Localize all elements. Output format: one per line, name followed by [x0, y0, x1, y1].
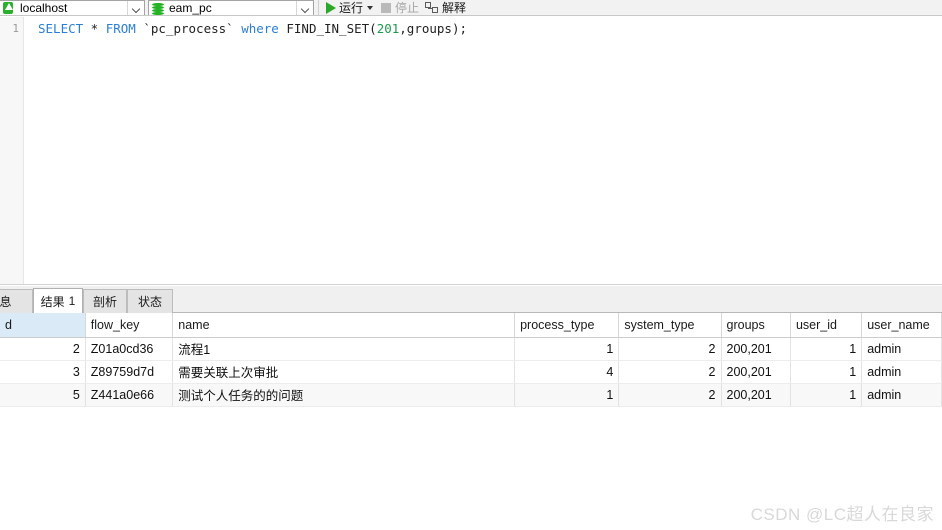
sql-token-number: 201	[376, 21, 400, 36]
result-table: d flow_key name process_type system_type grou…	[0, 313, 942, 407]
sql-editor[interactable]: 1 SELECT * FROM `pc_process` where FIND_…	[0, 17, 942, 285]
navicat-query-window: localhost eam_pc 运行 停止 解释 1 SELECT * FRO…	[0, 0, 942, 530]
column-header-user_id[interactable]: user_id	[790, 313, 863, 338]
column-header-name[interactable]: name	[172, 313, 516, 338]
table-header-row: d flow_key name process_type system_type grou…	[0, 313, 942, 338]
toolbar-divider	[318, 0, 319, 15]
run-button[interactable]: 运行	[323, 0, 378, 15]
tab-profile-label: 剖析	[92, 295, 117, 309]
cell-name[interactable]: 需要关联上次审批	[172, 360, 516, 384]
tab-result-count: 1	[68, 294, 76, 308]
sql-token-star: *	[83, 21, 106, 36]
sql-token-table: `pc_process`	[135, 21, 242, 36]
tab-status[interactable]: 状态	[127, 289, 173, 313]
cell-process_type[interactable]: 4	[514, 360, 620, 384]
cell-process_type[interactable]: 1	[514, 337, 620, 361]
column-header-flow_key[interactable]: flow_key	[85, 313, 174, 338]
tab-profile[interactable]: 剖析	[83, 289, 127, 313]
cell-user_name[interactable]: admin	[861, 383, 942, 407]
connection-selector[interactable]: localhost	[0, 0, 145, 15]
stop-icon	[381, 2, 392, 13]
cell-user_id[interactable]: 1	[790, 383, 863, 407]
sql-token-where: where	[241, 21, 279, 36]
explain-button-label: 解释	[442, 0, 467, 15]
sql-token-tail: ,groups);	[399, 21, 467, 36]
cell-user_name[interactable]: admin	[861, 337, 942, 361]
column-header-id[interactable]: d	[0, 313, 86, 338]
stop-button: 停止	[378, 0, 422, 15]
sql-code-area[interactable]: SELECT * FROM `pc_process` where FIND_IN…	[24, 17, 942, 284]
database-value: eam_pc	[169, 0, 212, 15]
run-button-label: 运行	[339, 0, 364, 15]
cell-name[interactable]: 测试个人任务的的问题	[172, 383, 516, 407]
cell-id[interactable]: 5	[0, 383, 86, 407]
column-header-groups[interactable]: groups	[721, 313, 791, 338]
result-tab-bar: 息 结果 1 剖析 状态	[0, 286, 942, 313]
connection-value: localhost	[20, 0, 68, 15]
stop-button-label: 停止	[395, 0, 420, 15]
tab-information[interactable]: 息	[0, 289, 33, 313]
cell-system_type[interactable]: 2	[618, 360, 722, 384]
main-toolbar: localhost eam_pc 运行 停止 解释	[0, 0, 942, 16]
sql-token-from: FROM	[105, 21, 136, 36]
cell-user_id[interactable]: 1	[790, 337, 863, 361]
result-grid[interactable]: d flow_key name process_type system_type grou…	[0, 313, 942, 530]
connection-icon	[1, 1, 17, 15]
cell-flow_key[interactable]: Z89759d7d	[85, 360, 174, 384]
database-icon	[150, 1, 166, 15]
database-selector[interactable]: eam_pc	[148, 0, 314, 15]
table-row[interactable]: 3 Z89759d7d 需要关联上次审批 4 2 200,201 1 admin	[0, 360, 942, 384]
connection-chevron-down-icon[interactable]	[127, 0, 144, 15]
cell-id[interactable]: 3	[0, 360, 86, 384]
sql-token-function: FIND_IN_SET(	[278, 21, 377, 36]
editor-gutter: 1	[0, 17, 24, 284]
cell-user_id[interactable]: 1	[790, 360, 863, 384]
explain-button[interactable]: 解释	[422, 0, 469, 15]
cell-groups[interactable]: 200,201	[721, 360, 791, 384]
run-dropdown-caret-icon[interactable]	[367, 5, 374, 10]
cell-name[interactable]: 流程1	[172, 337, 516, 361]
cell-flow_key[interactable]: Z01a0cd36	[85, 337, 174, 361]
cell-groups[interactable]: 200,201	[721, 383, 791, 407]
cell-flow_key[interactable]: Z441a0e66	[85, 383, 174, 407]
tab-information-label: 息	[0, 295, 12, 309]
tab-result[interactable]: 结果 1	[33, 288, 83, 313]
play-icon	[326, 1, 336, 14]
column-header-system_type[interactable]: system_type	[618, 313, 722, 338]
cell-user_name[interactable]: admin	[861, 360, 942, 384]
table-row[interactable]: 5 Z441a0e66 测试个人任务的的问题 1 2 200,201 1 admin	[0, 383, 942, 407]
cell-groups[interactable]: 200,201	[721, 337, 791, 361]
cell-id[interactable]: 2	[0, 337, 86, 361]
sql-token-select: SELECT	[38, 21, 84, 36]
database-chevron-down-icon[interactable]	[296, 0, 313, 15]
cell-system_type[interactable]: 2	[618, 337, 722, 361]
cell-system_type[interactable]: 2	[618, 383, 722, 407]
tab-status-label: 状态	[137, 295, 162, 309]
tab-result-label: 结果	[40, 294, 65, 309]
column-header-process_type[interactable]: process_type	[514, 313, 620, 338]
explain-icon	[425, 1, 439, 14]
line-number: 1	[12, 22, 19, 35]
watermark: CSDN @LC超人在良家	[750, 505, 934, 524]
cell-process_type[interactable]: 1	[514, 383, 620, 407]
column-header-user_name[interactable]: user_name	[861, 313, 942, 338]
table-row[interactable]: 2 Z01a0cd36 流程1 1 2 200,201 1 admin	[0, 337, 942, 361]
